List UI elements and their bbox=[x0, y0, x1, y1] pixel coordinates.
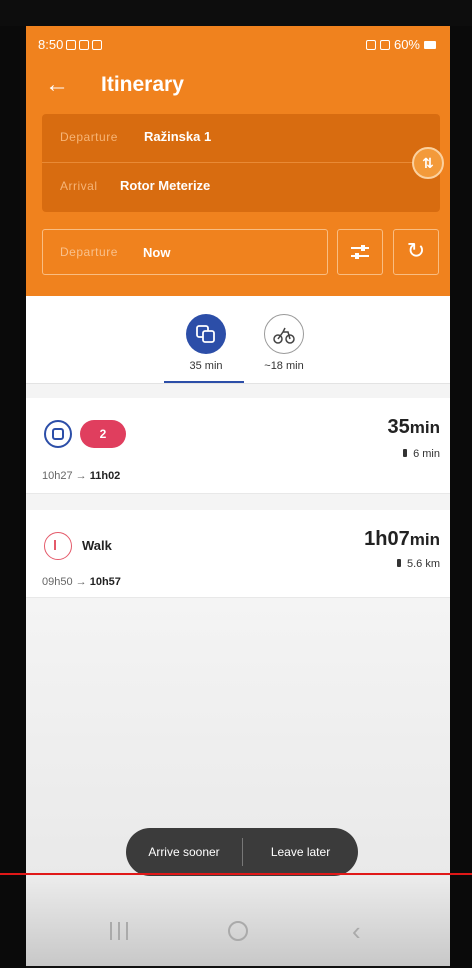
bus-icon bbox=[44, 420, 72, 448]
time-value: Now bbox=[143, 245, 171, 260]
walk-info: 5.6 km bbox=[396, 558, 440, 570]
walk-value: 6 min bbox=[413, 448, 440, 460]
transit-time: 35 min bbox=[189, 360, 223, 372]
arrow-right-icon: → bbox=[75, 576, 87, 588]
route-duration: 1h07min bbox=[364, 528, 440, 551]
battery-icon bbox=[424, 40, 436, 49]
walk-label: Walk bbox=[82, 538, 112, 553]
transit-icon bbox=[186, 314, 226, 354]
refresh-icon: ↻ bbox=[406, 238, 426, 263]
route-card: Departure Ražinska 1 Arrival Rotor Meter… bbox=[42, 114, 440, 212]
depart-time: 09h50 bbox=[42, 576, 73, 588]
arrive-time: 10h57 bbox=[89, 576, 121, 588]
arrival-label: Arrival bbox=[60, 179, 98, 193]
walk-icon bbox=[44, 532, 72, 560]
walk-value: 5.6 km bbox=[406, 558, 440, 570]
duration-number: 1h07 bbox=[364, 528, 410, 550]
route-times: 10h27 → 11h02 bbox=[42, 470, 120, 482]
bike-icon bbox=[264, 314, 304, 354]
battery-percent: 60% bbox=[393, 37, 420, 52]
time-label: Departure bbox=[60, 245, 118, 259]
phone-screen: 8:50 60% ← Itinerary Departure Ražinska … bbox=[26, 26, 450, 966]
system-navigation-bar: ‹ bbox=[26, 876, 450, 966]
status-time: 8:50 bbox=[38, 37, 64, 52]
arrival-field[interactable]: Arrival Rotor Meterize bbox=[42, 163, 440, 212]
status-bar: 8:50 60% bbox=[26, 34, 450, 58]
route-times: 09h50 → 10h57 bbox=[42, 576, 121, 588]
departure-label: Departure bbox=[60, 130, 118, 144]
walking-icon bbox=[403, 449, 408, 457]
swap-arrows-icon: ⇅ bbox=[422, 155, 434, 171]
selected-tab-indicator bbox=[164, 381, 244, 383]
tab-bike[interactable]: ~18 min bbox=[254, 314, 314, 384]
arrive-time: 11h02 bbox=[89, 470, 121, 482]
walk-info: 6 min bbox=[403, 448, 440, 460]
filter-button[interactable] bbox=[337, 229, 383, 275]
departure-field[interactable]: Departure Ražinska 1 bbox=[42, 114, 440, 163]
nav-back-icon[interactable]: ‹ bbox=[352, 916, 361, 947]
tab-transit[interactable]: 35 min bbox=[176, 314, 236, 384]
departure-value: Ražinska 1 bbox=[144, 129, 212, 144]
arrow-right-icon: → bbox=[75, 470, 87, 482]
home-icon[interactable] bbox=[228, 921, 248, 941]
duration-unit: min bbox=[409, 530, 440, 549]
status-right: 60% bbox=[365, 37, 436, 52]
walking-icon bbox=[396, 559, 401, 567]
notification-icon bbox=[92, 39, 103, 50]
departure-time-selector[interactable]: Departure Now bbox=[42, 229, 328, 275]
depart-time: 10h27 bbox=[42, 470, 73, 482]
arrive-sooner-button[interactable]: Arrive sooner bbox=[126, 828, 242, 876]
device-bezel-top bbox=[0, 0, 472, 26]
bike-time: ~18 min bbox=[264, 360, 304, 372]
duration-unit: min bbox=[409, 418, 440, 437]
red-guide-line bbox=[0, 873, 472, 875]
line-badge: 2 bbox=[80, 420, 126, 448]
leave-later-button[interactable]: Leave later bbox=[243, 828, 358, 876]
sliders-icon bbox=[351, 244, 369, 260]
back-arrow-icon[interactable]: ← bbox=[42, 70, 72, 100]
recents-icon[interactable] bbox=[110, 922, 128, 940]
arrival-value: Rotor Meterize bbox=[120, 178, 211, 193]
route-duration: 35min bbox=[388, 416, 440, 439]
time-shift-pill: Arrive sooner Leave later bbox=[126, 828, 358, 876]
swap-direction-button[interactable]: ⇅ bbox=[412, 147, 444, 179]
wifi-icon bbox=[365, 39, 376, 50]
travel-mode-tabs: 35 min ~18 min bbox=[26, 296, 450, 384]
device-bezel-right bbox=[450, 0, 472, 968]
notification-icon bbox=[66, 39, 77, 50]
notification-icon bbox=[79, 39, 90, 50]
route-option[interactable]: 2 10h27 → 11h02 35min 6 min bbox=[26, 398, 450, 494]
status-left: 8:50 bbox=[38, 37, 103, 52]
route-option[interactable]: Walk 09h50 → 10h57 1h07min 5.6 km bbox=[26, 510, 450, 598]
toolbar: ← Itinerary bbox=[26, 66, 450, 106]
itinerary-header: 8:50 60% ← Itinerary Departure Ražinska … bbox=[26, 26, 450, 296]
signal-icon bbox=[379, 39, 390, 50]
refresh-button[interactable]: ↻ bbox=[393, 229, 439, 275]
duration-number: 35 bbox=[387, 416, 410, 438]
page-title: Itinerary bbox=[101, 73, 184, 96]
device-bezel-left bbox=[0, 0, 26, 968]
